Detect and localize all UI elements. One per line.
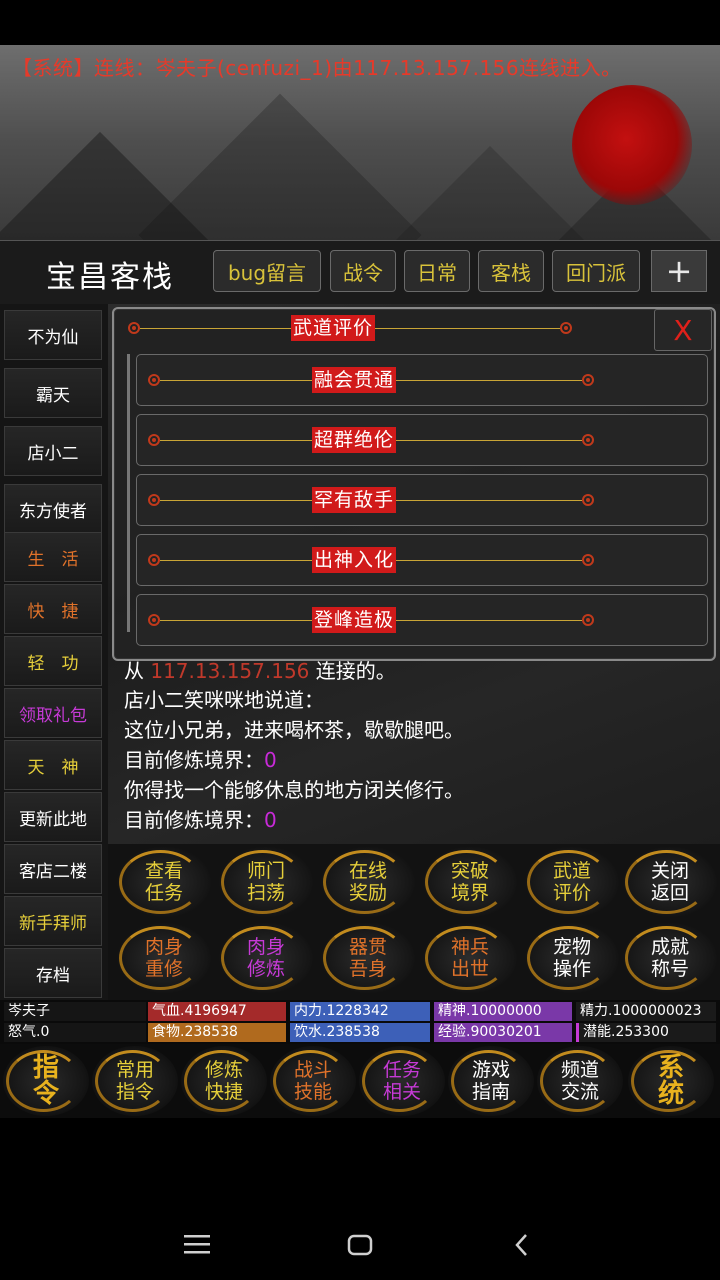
pet-button[interactable]: 宠物 操作: [524, 922, 620, 994]
stat-hp: 气血.4196947: [148, 1002, 286, 1021]
sidebar-item-shortcut[interactable]: 快 捷: [4, 584, 102, 634]
stat-potential: 潜能.253300: [576, 1023, 716, 1042]
stat-exp: 经验.90030201: [434, 1023, 572, 1042]
stat-rage: 怒气.0: [4, 1023, 146, 1042]
ornament-icon: [560, 322, 572, 334]
sidebar-item-life[interactable]: 生 活: [4, 532, 102, 582]
sidebar-item-refresh-location[interactable]: 更新此地: [4, 792, 102, 842]
quest-related-button[interactable]: 任务 相关: [359, 1046, 445, 1116]
sidebar-item-newbie-master[interactable]: 新手拜师: [4, 896, 102, 946]
body-reset-button[interactable]: 肉身 重修: [116, 922, 212, 994]
close-return-button[interactable]: 关闭 返回: [622, 846, 718, 918]
ornament-icon: [128, 322, 140, 334]
ornament-icon: [582, 374, 594, 386]
home-icon[interactable]: [347, 1234, 373, 1256]
rating-item-label: 出神入化: [312, 547, 397, 573]
view-quests-button[interactable]: 查看 任务: [116, 846, 212, 918]
plus-icon[interactable]: +: [651, 250, 707, 292]
battle-pass-button[interactable]: 战令: [330, 250, 396, 292]
martial-rating-button[interactable]: 武道 评价: [524, 846, 620, 918]
combat-skills-button[interactable]: 战斗 技能: [270, 1046, 356, 1116]
log-line: 店小二笑咪咪地说道：: [124, 688, 324, 712]
rating-item-label: 超群绝伦: [312, 427, 397, 453]
back-icon[interactable]: [514, 1232, 530, 1258]
log-line: 这位小兄弟，进来喝杯茶，歇歇腿吧。: [124, 718, 464, 742]
sidebar-item-npc-batian[interactable]: 霸天: [4, 368, 102, 418]
inn-button[interactable]: 客栈: [478, 250, 544, 292]
channel-chat-button[interactable]: 频道 交流: [537, 1046, 623, 1116]
ornament-icon: [582, 434, 594, 446]
sidebar-item-npc-dianxiaoer[interactable]: 店小二: [4, 426, 102, 476]
log-line: 目前修炼境界：0: [124, 748, 277, 772]
ornament-icon: [148, 554, 160, 566]
stat-neili: 内力.1228342: [290, 1002, 430, 1021]
log-line: 你得找一个能够休息的地方闭关修行。: [124, 778, 464, 802]
game-guide-button[interactable]: 游戏 指南: [448, 1046, 534, 1116]
cultivation-shortcut-button[interactable]: 修炼 快捷: [181, 1046, 267, 1116]
system-navigation-bar: [0, 1210, 720, 1280]
ornament-icon: [148, 374, 160, 386]
rating-item-label: 融会贯通: [312, 367, 397, 393]
weapon-body-button[interactable]: 器贯 吾身: [320, 922, 416, 994]
ornament-icon: [582, 614, 594, 626]
player-name: 岑夫子: [4, 1002, 146, 1021]
stat-spirit: 精神.10000000: [434, 1002, 572, 1021]
sect-sweep-button[interactable]: 师门 扫荡: [218, 846, 314, 918]
system-message: 【系统】连线：岑夫子(cenfuzi_1)由117.13.157.156连线进入…: [12, 56, 622, 80]
stat-food: 食物.238538: [148, 1023, 286, 1042]
achievement-title-button[interactable]: 成就 称号: [622, 922, 718, 994]
dialog-title: 武道评价: [291, 315, 376, 341]
ornament-icon: [582, 494, 594, 506]
ornament-icon: [582, 554, 594, 566]
room-title: 宝昌客栈: [46, 260, 174, 295]
rating-item-label: 罕有敌手: [312, 487, 397, 513]
stat-water: 饮水.238538: [290, 1023, 430, 1042]
breakthrough-button[interactable]: 突破 境界: [422, 846, 518, 918]
sidebar-item-qinggong[interactable]: 轻 功: [4, 636, 102, 686]
ornament-icon: [148, 614, 160, 626]
log-line: 目前修炼境界：0: [124, 808, 277, 832]
rating-item-label: 登峰造极: [312, 607, 397, 633]
system-button[interactable]: 系统: [628, 1046, 714, 1116]
sidebar-item-tianshen[interactable]: 天 神: [4, 740, 102, 790]
close-icon[interactable]: X: [654, 309, 712, 351]
scrollbar[interactable]: [127, 354, 130, 632]
ornament-icon: [148, 434, 160, 446]
menu-icon[interactable]: [184, 1234, 210, 1254]
sidebar-item-inn-upstairs[interactable]: 客店二楼: [4, 844, 102, 894]
sidebar-item-save[interactable]: 存档: [4, 948, 102, 998]
bug-feedback-button[interactable]: bug留言: [213, 250, 321, 292]
sidebar-item-gift[interactable]: 领取礼包: [4, 688, 102, 738]
online-reward-button[interactable]: 在线 奖励: [320, 846, 416, 918]
daily-button[interactable]: 日常: [404, 250, 470, 292]
stat-energy: 精力.1000000023: [576, 1002, 716, 1021]
body-cultivate-button[interactable]: 肉身 修炼: [218, 922, 314, 994]
return-sect-button[interactable]: 回门派: [552, 250, 640, 292]
sidebar-item-npc-buweixian[interactable]: 不为仙: [4, 310, 102, 360]
sidebar-item-npc-dongfangshizhe[interactable]: 东方使者: [4, 484, 102, 534]
ornament-icon: [148, 494, 160, 506]
divine-weapon-button[interactable]: 神兵 出世: [422, 922, 518, 994]
sidebar: 不为仙 霸天 店小二 东方使者 生 活 快 捷 轻 功 领取礼包 天 神 更新此…: [0, 304, 108, 1000]
common-commands-button[interactable]: 常用 指令: [92, 1046, 178, 1116]
command-button[interactable]: 指令: [3, 1046, 89, 1116]
red-sun-decoration: [572, 85, 692, 205]
